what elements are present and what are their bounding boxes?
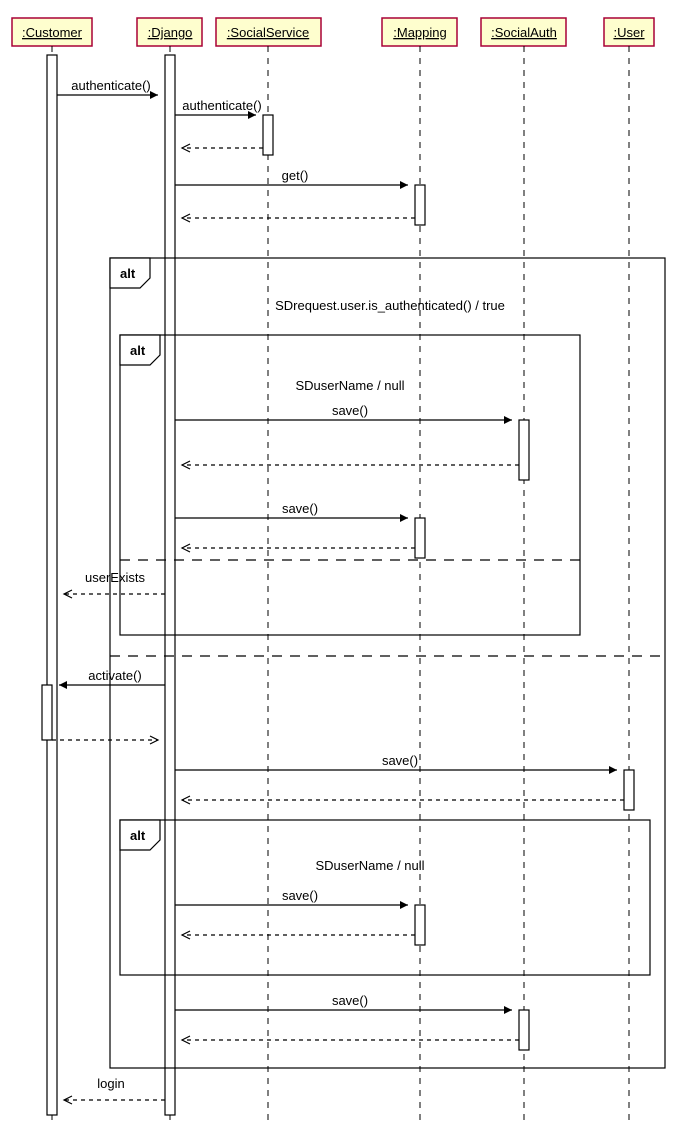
svg-text:authenticate(): authenticate() [182,98,262,113]
message-authenticate-2: authenticate() [175,98,263,152]
message-get: get() [175,168,415,222]
fragment-alt-outer-guard: SDrequest.user.is_authenticated() / true [275,298,505,313]
activation-socialauth-1 [519,420,529,480]
activation-django [165,55,175,1115]
participant-user: :User [604,18,654,46]
svg-text:login: login [97,1076,124,1091]
participant-socialservice: :SocialService [216,18,321,46]
activation-socialservice-1 [263,115,273,155]
message-activate: activate() [52,668,165,744]
participant-customer-label: :Customer [22,25,83,40]
svg-text:get(): get() [282,168,309,183]
message-login: login [64,1076,165,1104]
svg-text:activate(): activate() [88,668,141,683]
participant-user-label: :User [613,25,645,40]
participant-customer: :Customer [12,18,92,46]
fragment-alt-inner2 [120,820,650,975]
fragment-alt-inner2-guard: SDuserName / null [315,858,424,873]
activation-customer [47,55,57,1115]
message-save-5: save() [175,993,519,1044]
message-save-3: save() [175,753,624,804]
message-save-1: save() [175,403,519,469]
fragment-alt-inner2-label: alt [130,828,146,843]
svg-text:save(): save() [382,753,418,768]
svg-text:save(): save() [282,501,318,516]
participant-mapping: :Mapping [382,18,457,46]
fragment-alt-inner1-label: alt [130,343,146,358]
fragment-alt-outer-label: alt [120,266,136,281]
participant-mapping-label: :Mapping [393,25,446,40]
svg-text:save(): save() [282,888,318,903]
activation-mapping-3 [415,905,425,945]
participant-socialauth-label: :SocialAuth [491,25,557,40]
participant-django: :Django [137,18,202,46]
participant-socialservice-label: :SocialService [227,25,309,40]
message-save-4: save() [175,888,415,939]
fragment-alt-inner1-guard: SDuserName / null [295,378,404,393]
activation-mapping-1 [415,185,425,225]
svg-text:save(): save() [332,403,368,418]
svg-text:authenticate(): authenticate() [71,78,151,93]
message-userexists: userExists [64,570,165,598]
message-authenticate-1: authenticate() [57,78,158,99]
activation-mapping-2 [415,518,425,558]
participant-django-label: :Django [148,25,193,40]
svg-text:save(): save() [332,993,368,1008]
participant-socialauth: :SocialAuth [481,18,566,46]
sequence-diagram: :Customer :Django :SocialService :Mappin… [0,0,677,1132]
message-save-2: save() [175,501,415,552]
activation-socialauth-2 [519,1010,529,1050]
activation-user-1 [624,770,634,810]
activation-customer-2 [42,685,52,740]
svg-text:userExists: userExists [85,570,145,585]
